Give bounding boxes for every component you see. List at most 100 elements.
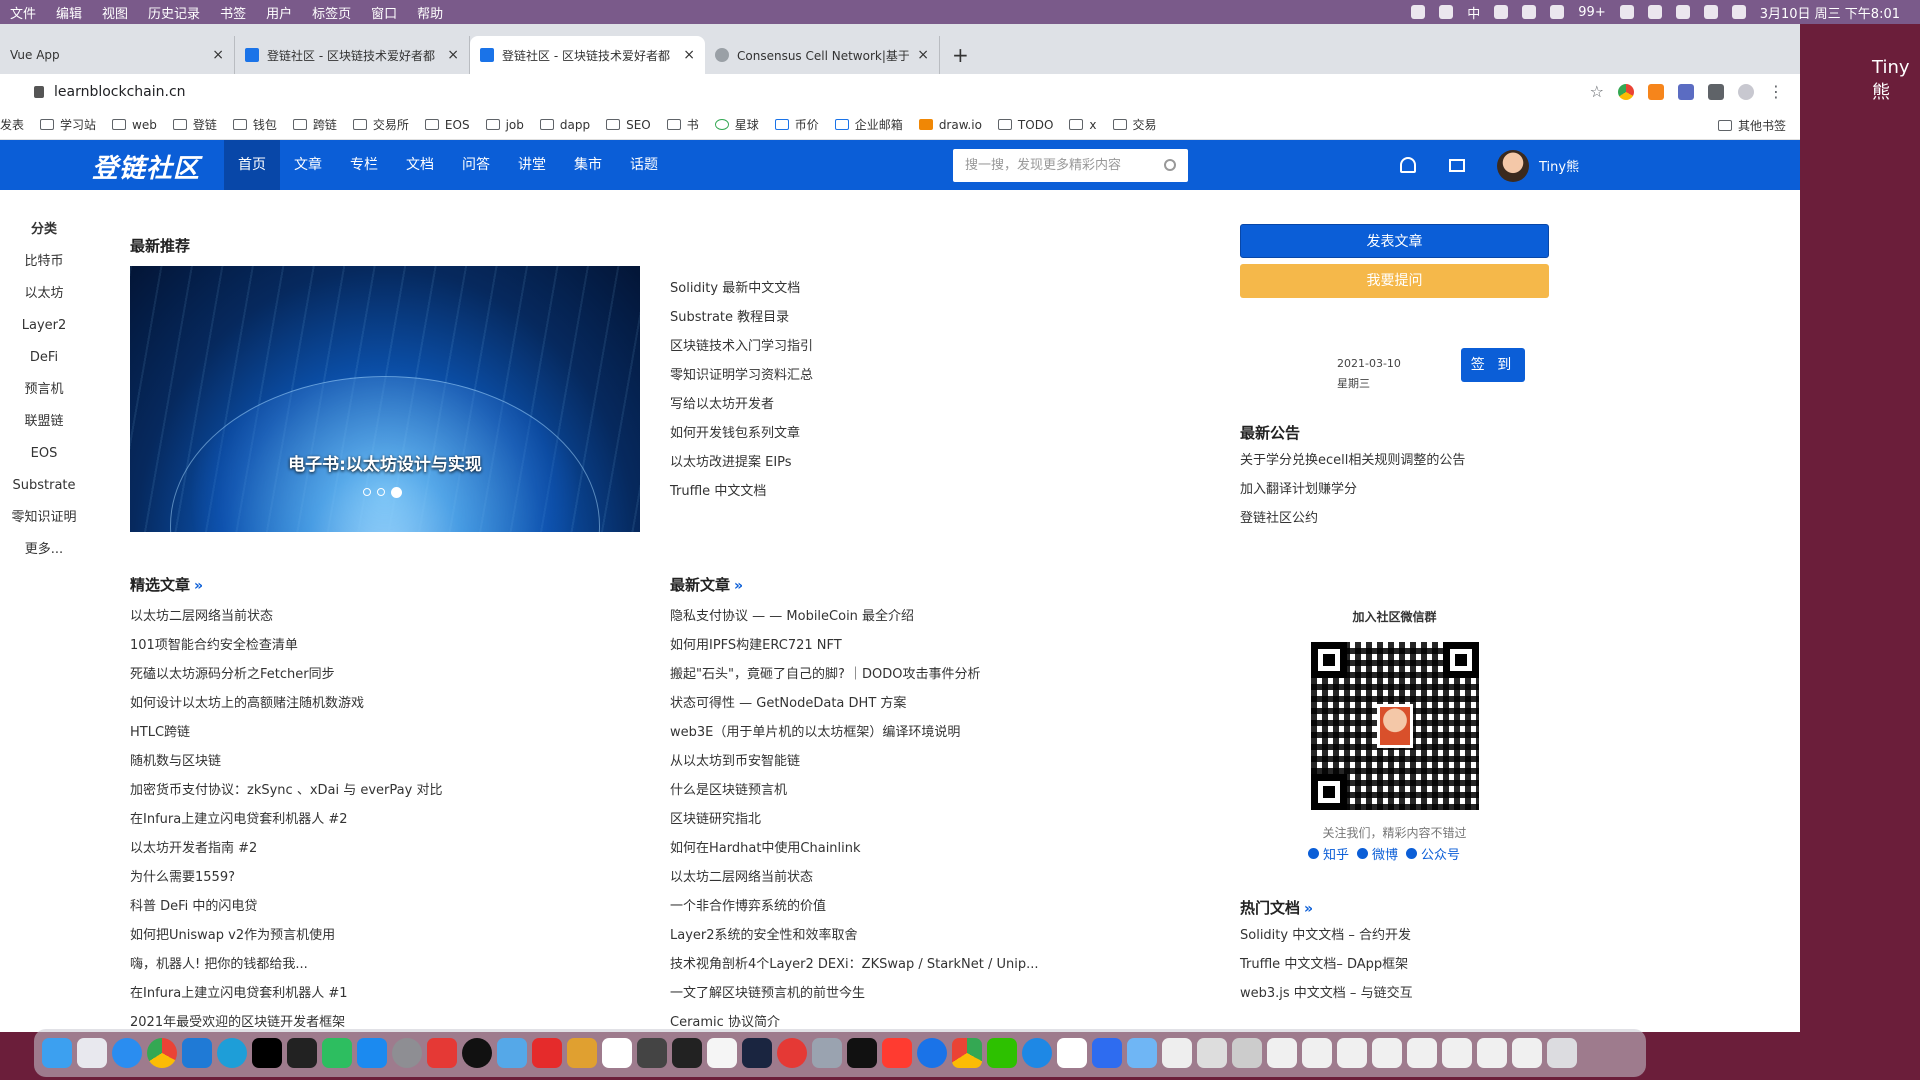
avatar[interactable] [1497, 150, 1529, 182]
featured-link[interactable]: 写给以太坊开发者 [670, 390, 813, 419]
bookmark-item[interactable]: 发表 [0, 116, 24, 133]
wps-icon[interactable] [427, 1038, 457, 1068]
app-icon[interactable] [812, 1038, 842, 1068]
finder-icon[interactable] [42, 1038, 72, 1068]
metamask-icon[interactable] [1648, 83, 1664, 100]
menubar-clock[interactable]: 3月10日 周三 下午8:01 [1760, 3, 1900, 22]
app-icon[interactable] [882, 1038, 912, 1068]
menu-view[interactable]: 视图 [102, 3, 128, 22]
nav-classroom[interactable]: 讲堂 [504, 140, 560, 190]
weibo-link[interactable]: 微博 [1357, 844, 1398, 863]
window-thumb-icon[interactable] [1442, 1038, 1472, 1068]
carousel-dot-active[interactable] [391, 487, 402, 498]
window-thumb-icon[interactable] [1302, 1038, 1332, 1068]
category-item[interactable]: EOS [0, 438, 88, 470]
selected-articles-title[interactable]: 精选文章» [130, 574, 203, 595]
time-machine-icon[interactable] [1675, 5, 1690, 19]
nav-topics[interactable]: 话题 [616, 140, 672, 190]
tab-consensus-cell[interactable]: Consensus Cell Network|基于 × [705, 36, 940, 74]
article-link[interactable]: 如何设计以太坊上的高额赌注随机数游戏 [130, 689, 442, 718]
article-link[interactable]: 101项智能合约安全检查清单 [130, 631, 442, 660]
window-thumb-icon[interactable] [1337, 1038, 1367, 1068]
menu-window[interactable]: 窗口 [371, 3, 397, 22]
close-icon[interactable]: × [683, 47, 695, 63]
puzzle-icon[interactable] [1708, 83, 1724, 100]
window-thumb-icon[interactable] [1267, 1038, 1297, 1068]
app-icon[interactable] [1162, 1038, 1192, 1068]
category-item[interactable]: Layer2 [0, 310, 88, 342]
app-icon[interactable] [1022, 1038, 1052, 1068]
appstore-icon[interactable] [357, 1038, 387, 1068]
profile-icon[interactable] [1738, 83, 1754, 100]
vscode-icon[interactable] [182, 1038, 212, 1068]
article-link[interactable]: 以太坊开发者指南 #2 [130, 834, 442, 863]
app-icon[interactable] [1232, 1038, 1262, 1068]
star-icon[interactable]: ☆ [1590, 82, 1604, 101]
bookmark-item[interactable]: draw.io [918, 118, 982, 132]
article-link[interactable]: HTLC跨链 [130, 718, 442, 747]
trash-icon[interactable] [1547, 1038, 1577, 1068]
article-link[interactable]: 死磕以太坊源码分析之Fetcher同步 [130, 660, 442, 689]
bookmark-folder[interactable]: x [1069, 118, 1097, 132]
hot-docs-title[interactable]: 热门文档» [1240, 897, 1313, 918]
app-icon[interactable] [1197, 1038, 1227, 1068]
featured-link[interactable]: Truffle 中文文档 [670, 477, 813, 506]
bookmark-folder[interactable]: 交易所 [352, 116, 409, 133]
menu-bookmarks[interactable]: 书签 [220, 3, 246, 22]
bookmark-folder[interactable]: dapp [539, 118, 590, 132]
bookmark-folder[interactable]: 学习站 [40, 116, 96, 133]
username[interactable]: Tiny熊 [1539, 156, 1579, 175]
app-icon[interactable] [847, 1038, 877, 1068]
window-thumb-icon[interactable] [1477, 1038, 1507, 1068]
nav-qa[interactable]: 问答 [448, 140, 504, 190]
mic-icon[interactable] [1439, 5, 1454, 19]
app-icon[interactable] [952, 1038, 982, 1068]
article-link[interactable]: 科普 DeFi 中的闪电贷 [130, 892, 442, 921]
article-link[interactable]: 在Infura上建立闪电贷套利机器人 #2 [130, 805, 442, 834]
control-center-icon[interactable] [1731, 5, 1746, 19]
category-item[interactable]: 零知识证明 [0, 502, 88, 534]
article-link[interactable]: 技术视角剖析4个Layer2 DEXi：ZKSwap / StarkNet / … [670, 950, 1039, 979]
menu-edit[interactable]: 编辑 [56, 3, 82, 22]
article-link[interactable]: 以太坊二层网络当前状态 [130, 602, 442, 631]
phpstorm-icon[interactable] [252, 1038, 282, 1068]
category-more[interactable]: 更多... [0, 534, 88, 566]
double-arrow-icon[interactable]: » [734, 578, 743, 594]
category-item[interactable]: 预言机 [0, 374, 88, 406]
tab-learnblockchain-active[interactable]: 登链社区 - 区块链技术爱好者都 × [470, 36, 705, 74]
featured-link[interactable]: 区块链技术入门学习指引 [670, 332, 813, 361]
featured-link[interactable]: Substrate 教程目录 [670, 303, 813, 332]
tab-vue-app[interactable]: Vue App × [0, 36, 235, 74]
bookmark-folder[interactable]: 书 [666, 116, 699, 133]
search-icon[interactable] [1164, 159, 1176, 171]
terminal-icon[interactable] [287, 1038, 317, 1068]
wifi-icon[interactable] [1522, 5, 1537, 19]
bookmark-folder[interactable]: 跨链 [292, 116, 337, 133]
double-arrow-icon[interactable]: » [194, 578, 203, 594]
article-link[interactable]: 什么是区块链预言机 [670, 776, 1039, 805]
carousel-dot[interactable] [363, 488, 371, 496]
input-method-indicator[interactable]: 中 [1467, 3, 1480, 22]
window-thumb-icon[interactable] [1407, 1038, 1437, 1068]
menu-tabs[interactable]: 标签页 [312, 3, 351, 22]
category-item[interactable]: Substrate [0, 470, 88, 502]
latest-articles-title[interactable]: 最新文章» [670, 574, 743, 595]
battery-icon[interactable] [1703, 5, 1718, 19]
new-tab-button[interactable]: + [952, 36, 969, 74]
menu-help[interactable]: 帮助 [417, 3, 443, 22]
publish-article-button[interactable]: 发表文章 [1240, 224, 1549, 258]
article-link[interactable]: Layer2系统的安全性和效率取舍 [670, 921, 1039, 950]
article-link[interactable]: 嗨，机器人! 把你的钱都给我... [130, 950, 442, 979]
maps-icon[interactable] [917, 1038, 947, 1068]
close-icon[interactable]: × [447, 47, 459, 63]
bookmark-folder[interactable]: TODO [997, 118, 1053, 132]
article-link[interactable]: 为什么需要1559? [130, 863, 442, 892]
article-link[interactable]: 状态可得性 — GetNodeData DHT 方案 [670, 689, 1039, 718]
app-icon[interactable] [742, 1038, 772, 1068]
sequel-icon[interactable] [567, 1038, 597, 1068]
bookmark-folder[interactable]: EOS [424, 118, 470, 132]
check-icon[interactable] [1494, 5, 1509, 19]
bookmark-folder[interactable]: web [112, 118, 157, 132]
double-arrow-icon[interactable]: » [1304, 901, 1313, 917]
article-link[interactable]: 搬起"石头"，竟砸了自己的脚? ｜DODO攻击事件分析 [670, 660, 1039, 689]
